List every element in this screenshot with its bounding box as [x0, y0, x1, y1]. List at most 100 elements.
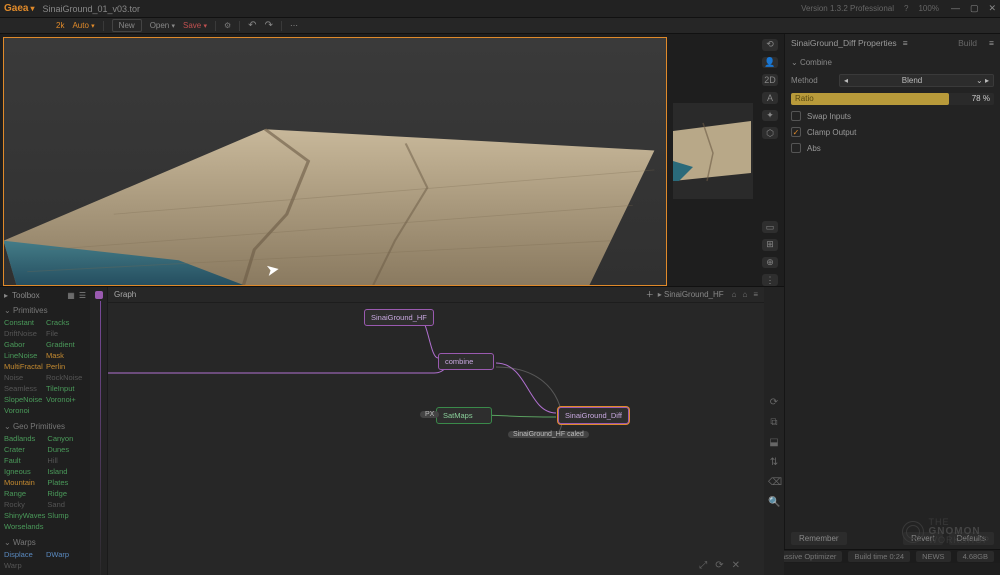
graph-home-icon[interactable]: ⌂	[742, 290, 747, 299]
tool-item[interactable]: Badlands	[4, 433, 45, 444]
tool-item[interactable]: Worselands	[4, 521, 45, 532]
tool-item[interactable]: Constant	[4, 317, 44, 328]
tool-item[interactable]: Seamless	[4, 383, 44, 394]
clamp-checkbox[interactable]: ✓	[791, 127, 801, 137]
camera-icon[interactable]: 👤	[762, 57, 778, 69]
side-link-icon[interactable]: ⇅	[768, 457, 780, 469]
tool-item[interactable]: File	[46, 328, 86, 339]
viewport-3d[interactable]: ➤	[3, 37, 667, 286]
undo-button[interactable]: ↶	[248, 20, 256, 31]
method-select[interactable]: ◂Blend⌄ ▸	[839, 74, 994, 87]
tool-item[interactable]: Displace	[4, 549, 44, 560]
side-copy-icon[interactable]: ⧉	[768, 417, 780, 429]
version-label: Version 1.3.2 Professional	[801, 4, 894, 13]
graph-pin-icon[interactable]	[95, 291, 103, 299]
more-icon[interactable]: ⋯	[290, 21, 298, 30]
properties-menu-icon[interactable]: ≡	[989, 38, 994, 48]
tool-item[interactable]: RockNoise	[46, 372, 86, 383]
defaults-button[interactable]: Defaults	[949, 532, 994, 545]
node-top[interactable]: SinaiGround_HF	[364, 309, 434, 326]
breadcrumb[interactable]: ▸ SinaiGround_HF	[658, 290, 724, 299]
node-combine[interactable]: combine	[438, 353, 494, 370]
tool-item[interactable]: ShinyWaves	[4, 510, 45, 521]
tool-item[interactable]: Ridge	[47, 488, 86, 499]
tool-item[interactable]: Mountain	[4, 477, 45, 488]
node-satmaps[interactable]: SatMaps	[436, 407, 492, 424]
toolbar: 2k Auto ▾ New Open ▾ Save ▾ ⚙ ↶ ↷ ⋯	[0, 18, 1000, 34]
app-logo[interactable]: Gaea▾	[4, 3, 34, 14]
swap-checkbox[interactable]	[791, 111, 801, 121]
side-save-icon[interactable]: ⬓	[768, 437, 780, 449]
ratio-slider[interactable]: Ratio 78 %	[791, 93, 994, 105]
tool-item[interactable]: Sand	[47, 499, 86, 510]
tool-item[interactable]: Canyon	[47, 433, 86, 444]
auto-toggle[interactable]: Auto ▾	[72, 21, 94, 30]
tool-item[interactable]: Mask	[46, 350, 86, 361]
help-icon[interactable]: ?	[904, 4, 908, 13]
graph-refresh-icon[interactable]: ⟳	[715, 560, 723, 571]
revert-button[interactable]: Revert	[903, 532, 943, 545]
tool-item[interactable]: Hill	[47, 455, 86, 466]
graph-menu-icon[interactable]: ≡	[753, 290, 758, 299]
graph-close-icon[interactable]: ✕	[732, 560, 740, 571]
tool-item[interactable]: LineNoise	[4, 350, 44, 361]
mode-text-button[interactable]: A	[762, 92, 778, 104]
close-icon[interactable]: ✕	[988, 3, 996, 14]
open-button[interactable]: Open ▾	[150, 21, 175, 30]
tool-item[interactable]: Perlin	[46, 361, 86, 372]
tool-item[interactable]: Gabor	[4, 339, 44, 350]
tool-item[interactable]: Rocky	[4, 499, 45, 510]
resolution-selector[interactable]: 2k	[56, 21, 64, 30]
tool-item[interactable]: Cracks	[46, 317, 86, 328]
node-canvas[interactable]: SinaiGround_HF combine SatMaps SinaiGrou…	[108, 303, 764, 575]
mode-2d-button[interactable]: 2D	[762, 74, 778, 86]
remember-button[interactable]: Remember	[791, 532, 847, 545]
tool-item[interactable]: Crater	[4, 444, 45, 455]
tool-item[interactable]: DWarp	[46, 549, 86, 560]
tool-item[interactable]: Voronoi+	[46, 394, 86, 405]
tool-item[interactable]: Voronoi	[4, 405, 44, 416]
side-search-icon[interactable]: 🔍	[768, 497, 780, 509]
tool-item[interactable]: Plates	[47, 477, 86, 488]
add-icon[interactable]: ⊕	[762, 257, 778, 269]
settings-icon[interactable]: ⚙	[224, 21, 231, 30]
tool-item[interactable]: Noise	[4, 372, 44, 383]
grid-icon[interactable]: ⊞	[762, 239, 778, 251]
graph-add-icon[interactable]: ＋	[646, 289, 654, 300]
env-icon[interactable]: ⬡	[762, 127, 778, 139]
abs-checkbox[interactable]	[791, 143, 801, 153]
side-refresh-icon[interactable]: ⟳	[768, 397, 780, 409]
more-viewport-icon[interactable]: ⋮	[762, 274, 778, 286]
tool-item[interactable]: Gradient	[46, 339, 86, 350]
new-button[interactable]: New	[112, 19, 142, 32]
tool-item[interactable]: Fault	[4, 455, 45, 466]
tool-item[interactable]: Warp	[4, 560, 86, 571]
terrain-preview	[3, 108, 667, 285]
side-trash-icon[interactable]: ⌫	[768, 477, 780, 489]
toolbox-menu-icon[interactable]: ☰	[79, 291, 86, 300]
properties-list-icon[interactable]: ≡	[903, 38, 908, 48]
maximize-icon[interactable]: ▢	[970, 3, 979, 14]
frame-icon[interactable]: ▭	[762, 221, 778, 233]
tool-item[interactable]: Igneous	[4, 466, 45, 477]
save-button[interactable]: Save ▾	[183, 21, 207, 30]
tool-item[interactable]: DriftNoise	[4, 328, 44, 339]
minimize-icon[interactable]: —	[951, 3, 960, 14]
viewport-mini[interactable]	[673, 103, 753, 199]
tool-item[interactable]: TileInput	[46, 383, 86, 394]
node-diff-selected[interactable]: SinaiGround_Diff	[558, 407, 629, 424]
news-button[interactable]: NEWS	[916, 551, 951, 562]
tool-item[interactable]: Slump	[47, 510, 86, 521]
graph-fit-icon[interactable]: ⤢	[699, 560, 707, 571]
redo-button[interactable]: ↷	[265, 20, 273, 31]
tool-item[interactable]: Island	[47, 466, 86, 477]
orbit-icon[interactable]: ⟲	[762, 39, 778, 51]
tool-item[interactable]: MultiFractal	[4, 361, 44, 372]
graph-lock-icon[interactable]: ⌂	[732, 290, 737, 299]
tool-item[interactable]: Dunes	[47, 444, 86, 455]
toolbox-layout-icon[interactable]: ▦	[67, 291, 75, 300]
tool-item[interactable]: SlopeNoise	[4, 394, 44, 405]
light-icon[interactable]: ✦	[762, 110, 778, 122]
tool-item[interactable]: Range	[4, 488, 45, 499]
build-tab[interactable]: Build	[958, 38, 977, 48]
